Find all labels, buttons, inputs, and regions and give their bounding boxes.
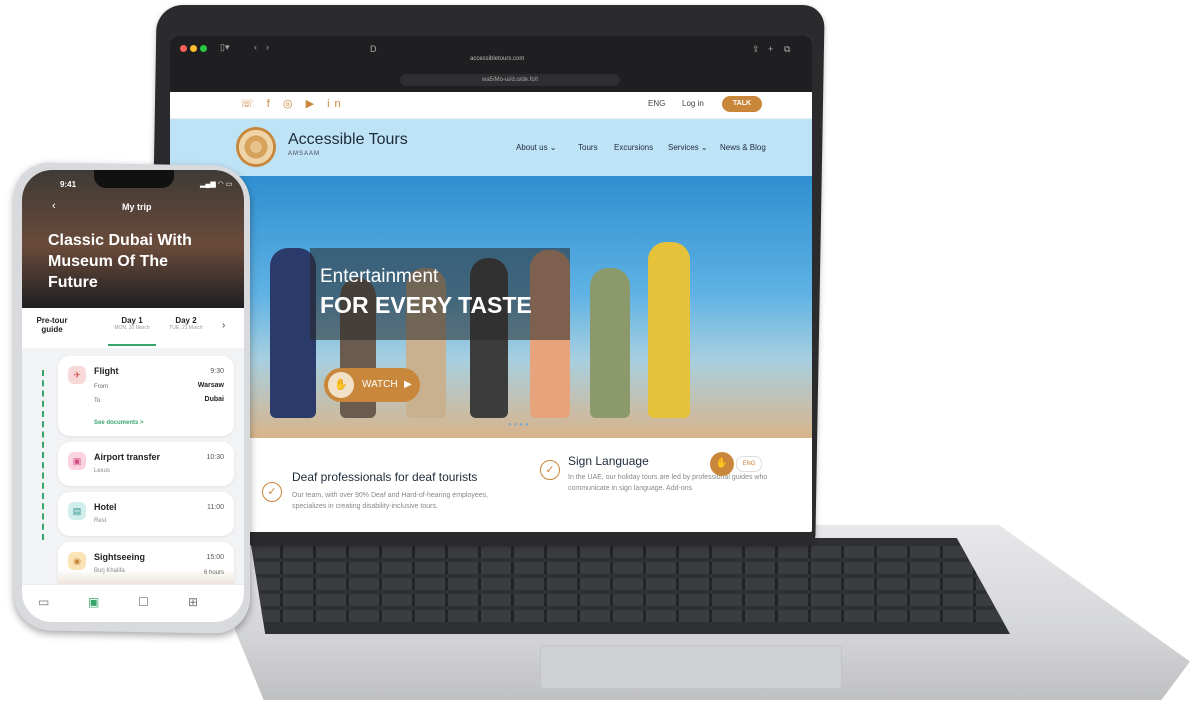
tab-favicon: D (370, 44, 377, 54)
minimize-window-icon[interactable] (190, 45, 197, 52)
itinerary-item-airport-transfer[interactable]: ▣ Airport transfer 10:30 Lexus (58, 442, 234, 486)
item-duration: 6 hours (203, 570, 224, 576)
nav-services[interactable]: Services ⌄ (668, 143, 708, 152)
grid-icon[interactable]: ⊞ (188, 595, 198, 609)
close-window-icon[interactable] (180, 45, 187, 52)
back-icon[interactable]: ‹ (254, 42, 257, 52)
plane-icon: ✈ (68, 366, 86, 384)
tab-pre-tour-guide[interactable]: Pre-tour guide (32, 316, 72, 334)
trackpad (540, 645, 842, 689)
site-topbar: ☏ f ◎ ▶ in ENG Log in TALK (170, 92, 812, 119)
float-language-pill[interactable]: ENG (736, 456, 762, 472)
language-switch[interactable]: ENG (648, 99, 665, 108)
tab-label: Day 1 (121, 316, 143, 325)
sidebar-icon[interactable]: ▯▾ (220, 42, 229, 53)
to-value: Dubai (204, 396, 224, 403)
site-header: Accessible Tours AMSAAM About us ⌄ Tours… (170, 119, 812, 177)
play-icon: ▶ (404, 379, 412, 390)
itinerary-item-flight[interactable]: ✈ Flight 9:30 From Warsaw To Dubai See d… (58, 356, 234, 436)
phone-notch (94, 170, 174, 188)
talk-button[interactable]: TALK (722, 96, 762, 112)
from-value: Warsaw (197, 382, 224, 389)
itinerary-timeline (42, 370, 46, 540)
nav-excursions[interactable]: Excursions (614, 143, 653, 152)
to-label: To (94, 398, 101, 404)
brand-name[interactable]: Accessible Tours (288, 131, 408, 149)
hero-banner: Entertainment FOR EVERY TASTE ✋ WATCH ▶ (170, 176, 812, 438)
feature-title: Sign Language (568, 454, 649, 468)
hotel-icon: ▤ (68, 502, 86, 520)
sign-language-icon: ✋ (328, 372, 354, 398)
nav-news-blog[interactable]: News & Blog (720, 143, 766, 152)
itinerary-item-hotel[interactable]: ▤ Hotel 11:00 Rest (58, 492, 234, 536)
from-label: From (94, 384, 108, 390)
chevron-right-icon[interactable]: › (222, 320, 225, 331)
check-icon: ✓ (262, 482, 282, 502)
tab-day-1[interactable]: Day 1 MON, 20 March (108, 316, 156, 331)
zoom-window-icon[interactable] (200, 45, 207, 52)
feature-text: In the UAE, our holiday tours are led by… (568, 474, 768, 492)
see-documents-link[interactable]: See documents > (94, 420, 144, 426)
forward-icon[interactable]: › (266, 42, 269, 52)
browser-toolbar: ▯▾ ‹ › D accessibletours.com ⇪ + ⧉ wa5/M… (170, 36, 812, 92)
laptop-keyboard (250, 538, 1010, 634)
brand-subtitle: AMSAAM (288, 151, 321, 157)
hero-title: FOR EVERY TASTE (320, 292, 532, 318)
tab-date: TUE, 21 March (169, 325, 203, 331)
itinerary-icon[interactable]: ▣ (88, 595, 99, 609)
social-icons[interactable]: ☏ f ◎ ▶ in (240, 97, 346, 110)
item-time: 15:00 (206, 554, 224, 561)
hero-photo-person (590, 268, 630, 418)
trip-header: 9:41 ▂▄▆ ◠ ▭ ‹ My trip Classic Dubai Wit… (22, 170, 244, 308)
item-title: Hotel (94, 502, 117, 512)
status-icons: ▂▄▆ ◠ ▭ (200, 181, 233, 188)
status-time: 9:41 (60, 180, 77, 189)
feature-title: Deaf professionals for deaf tourists (292, 470, 478, 484)
hero-subtitle: Entertainment (320, 266, 439, 287)
tab-label: Day 2 (175, 316, 197, 325)
watch-button[interactable]: ✋ WATCH ▶ (324, 368, 420, 402)
share-icon[interactable]: ⇪ (752, 44, 760, 55)
item-time: 9:30 (210, 368, 224, 375)
item-title: Airport transfer (94, 452, 161, 462)
chat-icon[interactable]: ☐ (138, 595, 149, 609)
item-time: 11:00 (207, 504, 224, 511)
watch-label: WATCH (362, 379, 398, 390)
trip-title: Classic Dubai With Museum Of The Future (48, 232, 192, 291)
feature-text: Our team, with over 90% Deaf and Hard-of… (292, 492, 489, 510)
hero-photo-person (648, 242, 690, 418)
check-icon: ✓ (540, 460, 560, 480)
tabs-overview-icon[interactable]: ⧉ (784, 44, 790, 55)
login-link[interactable]: Log in (682, 99, 704, 108)
item-title: Sightseeing (94, 552, 146, 562)
tab-url[interactable]: wa5/Mo-ui/d.o/de.fo/t (400, 74, 620, 86)
sign-language-float-button[interactable]: ✋ (710, 452, 734, 476)
tab-date: MON, 20 March (114, 325, 150, 331)
item-time: 10:30 (206, 454, 224, 461)
new-tab-icon[interactable]: + (768, 44, 773, 54)
item-subtitle: Rest (94, 518, 107, 524)
item-title: Flight (94, 366, 119, 376)
item-subtitle: Burj Khalifa (94, 568, 125, 574)
item-subtitle: Lexus (94, 468, 111, 474)
tab-label: Pre-tour guide (36, 316, 68, 334)
carousel-dots[interactable]: ●●●● (508, 422, 531, 428)
nav-about-us[interactable]: About us ⌄ (516, 143, 557, 152)
phone-screen: 9:41 ▂▄▆ ◠ ▭ ‹ My trip Classic Dubai Wit… (22, 170, 244, 622)
brand-logo[interactable] (236, 127, 276, 167)
camera-icon: ◉ (68, 552, 86, 570)
tab-day-2[interactable]: Day 2 TUE, 21 March (162, 316, 210, 331)
day-tabs: Pre-tour guide Day 1 MON, 20 March Day 2… (22, 308, 244, 348)
nav-tours[interactable]: Tours (578, 143, 598, 152)
back-icon[interactable]: ‹ (52, 200, 56, 212)
active-tab-indicator (108, 344, 156, 346)
screen-title: My trip (122, 202, 152, 212)
bus-icon: ▣ (68, 452, 86, 470)
camera-icon[interactable]: ▭ (38, 595, 49, 609)
bottom-navigation: ▭ ▣ ☐ ⊞ (22, 584, 244, 622)
address-bar[interactable]: accessibletours.com (470, 56, 524, 62)
laptop-screen: ▯▾ ‹ › D accessibletours.com ⇪ + ⧉ wa5/M… (170, 36, 812, 532)
